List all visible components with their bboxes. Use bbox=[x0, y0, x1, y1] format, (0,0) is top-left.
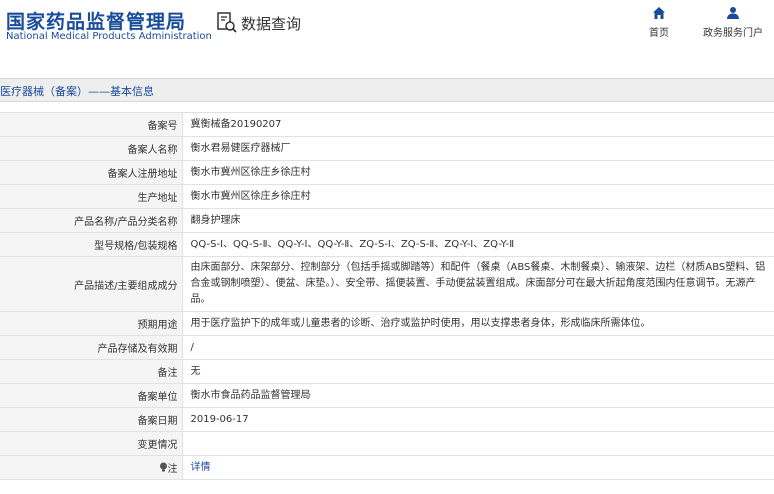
row-value: 用于医疗监护下的成年或儿童患者的诊断、治疗或监护时使用，用以支撑患者身体，形成临… bbox=[181, 311, 774, 336]
table-row: 备案单位 衡水市食品药品监督管理局 bbox=[0, 383, 774, 408]
table-row: 生产地址 衡水市冀州区徐庄乡徐庄村 bbox=[0, 184, 774, 209]
row-label: 变更情况 bbox=[0, 431, 182, 456]
row-value: 衡水君易健医疗器械厂 bbox=[181, 136, 774, 161]
table-row: 产品名称/产品分类名称 翻身护理床 bbox=[0, 208, 774, 233]
details-link[interactable]: 详情 bbox=[191, 462, 211, 473]
table-row: 产品描述/主要组成成分 由床面部分、床架部分、控制部分（包括手摇或脚踏等）和配件… bbox=[0, 256, 774, 312]
table-row: 备案日期 2019-06-17 bbox=[0, 407, 774, 432]
row-label: 产品存储及有效期 bbox=[0, 335, 182, 360]
row-value: 衡水市冀州区徐庄乡徐庄村 bbox=[181, 160, 774, 185]
row-value: 由床面部分、床架部分、控制部分（包括手摇或脚踏等）和配件（餐桌（ABS餐桌、木制… bbox=[181, 256, 774, 312]
table-row: 注 详情 bbox=[0, 455, 774, 480]
row-label: 型号规格/包装规格 bbox=[0, 232, 182, 257]
row-value: 无 bbox=[181, 359, 774, 384]
row-label: 备案号 bbox=[0, 112, 182, 137]
row-value bbox=[181, 431, 774, 456]
row-label: 产品名称/产品分类名称 bbox=[0, 208, 182, 233]
row-value: 详情 bbox=[181, 455, 774, 480]
breadcrumb: 医疗器械（备案）——基本信息 bbox=[0, 85, 154, 98]
row-label: 备案人名称 bbox=[0, 136, 182, 161]
table-row: 备案人注册地址 衡水市冀州区徐庄乡徐庄村 bbox=[0, 160, 774, 185]
nav-service-label: 政务服务门户 bbox=[703, 28, 763, 39]
breadcrumb-bar: 医疗器械（备案）——基本信息 bbox=[0, 78, 774, 102]
row-label: 生产地址 bbox=[0, 184, 182, 209]
row-label: 备案人注册地址 bbox=[0, 160, 182, 185]
table-row: 产品存储及有效期 / bbox=[0, 335, 774, 360]
row-label: 备注 bbox=[0, 359, 182, 384]
row-value: QQ-S-Ⅰ、QQ-S-Ⅱ、QQ-Y-Ⅰ、QQ-Y-Ⅱ、ZQ-S-Ⅰ、ZQ-S-… bbox=[181, 232, 774, 257]
info-bulb-icon bbox=[159, 462, 167, 472]
logo-title[interactable]: 国家药品监督管理局 bbox=[6, 7, 186, 34]
site-header: 国家药品监督管理局 National Medical Products Admi… bbox=[0, 0, 774, 62]
row-label: 产品描述/主要组成成分 bbox=[0, 256, 182, 312]
logo-subtitle: National Medical Products Administration bbox=[6, 31, 212, 42]
table-row: 变更情况 bbox=[0, 431, 774, 456]
row-label: 预期用途 bbox=[0, 311, 182, 336]
data-query-label: 数据查询 bbox=[241, 14, 302, 33]
home-icon bbox=[653, 7, 665, 19]
row-label: 备案日期 bbox=[0, 407, 182, 432]
nav-home-label: 首页 bbox=[649, 28, 669, 39]
table-row: 备案号 冀衡械备20190207 bbox=[0, 112, 774, 137]
row-label: 注 bbox=[167, 463, 178, 475]
detail-table: 备案号 冀衡械备20190207 备案人名称 衡水君易健医疗器械厂 备案人注册地… bbox=[0, 112, 774, 480]
row-value: / bbox=[181, 335, 774, 360]
row-value: 冀衡械备20190207 bbox=[181, 112, 774, 137]
header-gap bbox=[0, 62, 774, 78]
user-icon bbox=[727, 7, 739, 19]
document-search-icon bbox=[217, 12, 237, 33]
row-label: 备案单位 bbox=[0, 383, 182, 408]
table-row: 备注 无 bbox=[0, 359, 774, 384]
data-query-title: 数据查询 bbox=[216, 12, 301, 34]
table-row: 预期用途 用于医疗监护下的成年或儿童患者的诊断、治疗或监护时使用，用以支撑患者身… bbox=[0, 311, 774, 336]
table-row: 型号规格/包装规格 QQ-S-Ⅰ、QQ-S-Ⅱ、QQ-Y-Ⅰ、QQ-Y-Ⅱ、ZQ… bbox=[0, 232, 774, 257]
table-row: 备案人名称 衡水君易健医疗器械厂 bbox=[0, 136, 774, 161]
nav-service-portal[interactable]: 政务服务门户 bbox=[703, 6, 763, 39]
nav-home[interactable]: 首页 bbox=[649, 6, 669, 39]
row-value: 2019-06-17 bbox=[181, 407, 774, 432]
row-value: 翻身护理床 bbox=[181, 208, 774, 233]
row-value: 衡水市冀州区徐庄乡徐庄村 bbox=[181, 184, 774, 209]
row-value: 衡水市食品药品监督管理局 bbox=[181, 383, 774, 408]
note-label-cell: 注 bbox=[0, 455, 182, 480]
